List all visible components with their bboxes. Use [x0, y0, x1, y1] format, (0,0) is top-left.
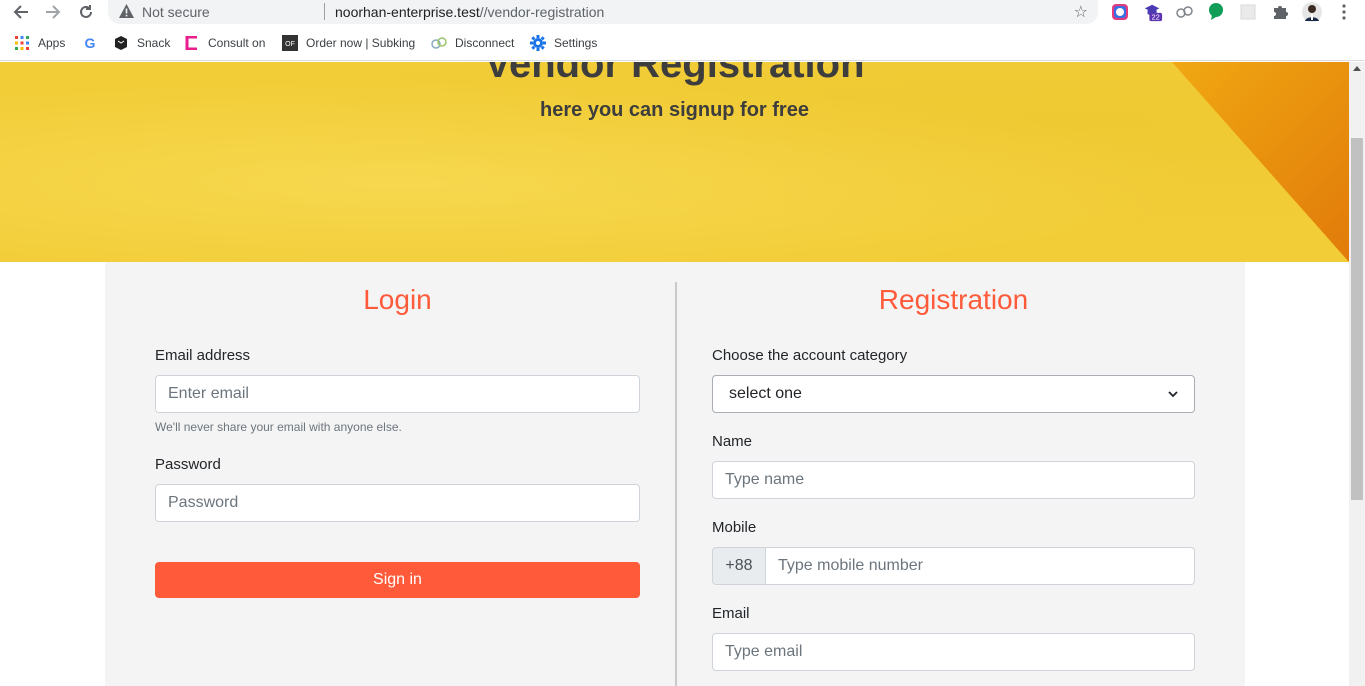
- extension-badge: 22: [1152, 13, 1160, 22]
- login-email-label: Email address: [155, 347, 251, 364]
- hero-corner-decoration: [1172, 62, 1349, 262]
- bookmark-consult-on[interactable]: Consult on: [184, 34, 265, 52]
- chat-bubble-extension-icon[interactable]: [1206, 2, 1226, 22]
- bookmark-google[interactable]: G: [82, 34, 106, 52]
- security-status[interactable]: Not secure: [142, 4, 210, 20]
- apps-grid-icon: [14, 35, 30, 51]
- forward-arrow-icon: [46, 5, 61, 19]
- profile-avatar-icon[interactable]: [1302, 2, 1322, 22]
- mobile-input[interactable]: Type mobile number: [765, 547, 1195, 585]
- bookmark-snack[interactable]: Snack: [113, 34, 170, 52]
- url-host: noorhan-enterprise.test: [335, 4, 480, 20]
- color-picker-extension-icon[interactable]: [1110, 2, 1130, 22]
- url-text[interactable]: noorhan-enterprise.test//vendor-registra…: [335, 4, 604, 20]
- blank-extension-icon[interactable]: [1238, 2, 1258, 22]
- name-placeholder: Type name: [725, 471, 805, 488]
- bookmark-label: Disconnect: [455, 36, 515, 50]
- name-label: Name: [712, 433, 753, 450]
- forward-button[interactable]: [42, 1, 64, 23]
- account-category-label: Choose the account category: [712, 347, 908, 364]
- back-button[interactable]: [10, 1, 32, 23]
- auth-card: Login Email address Enter email We'll ne…: [105, 262, 1245, 686]
- mobile-placeholder: Type mobile number: [778, 557, 923, 574]
- address-separator: [324, 3, 325, 20]
- cloud-sync-extension-icon[interactable]: [1175, 2, 1195, 22]
- bookmark-label: Settings: [554, 36, 598, 50]
- login-email-placeholder: Enter email: [168, 385, 249, 402]
- login-email-input[interactable]: Enter email: [155, 375, 640, 413]
- scroll-up-arrow-icon[interactable]: [1353, 66, 1361, 71]
- reload-button[interactable]: [75, 1, 97, 23]
- login-password-placeholder: Password: [168, 494, 239, 511]
- back-arrow-icon: [13, 5, 28, 19]
- column-divider: [675, 282, 677, 686]
- bookmarks-bar: Apps G Snack Consult on OF Order now | S…: [0, 24, 1365, 61]
- consult-icon: [184, 35, 200, 51]
- bookmark-label: Apps: [38, 36, 66, 50]
- registration-email-input[interactable]: Type email: [712, 633, 1195, 671]
- snack-icon: [113, 35, 129, 51]
- bookmark-label: Order now | Subking: [306, 36, 416, 50]
- hero-banner: Vendor Registration here you can signup …: [0, 62, 1349, 262]
- graduation-cap-extension-icon[interactable]: 22: [1143, 2, 1163, 22]
- mobile-label: Mobile: [712, 519, 757, 536]
- login-password-label: Password: [155, 456, 221, 473]
- bookmark-label: Consult on: [208, 36, 266, 50]
- puzzle-extensions-icon[interactable]: [1270, 2, 1290, 22]
- login-email-help: We'll never share your email with anyone…: [155, 420, 402, 434]
- reload-icon: [80, 5, 92, 18]
- bookmark-disconnect[interactable]: Disconnect: [431, 34, 514, 52]
- bookmark-label: Snack: [137, 36, 171, 50]
- account-category-value: select one: [729, 385, 802, 402]
- chevron-down-icon: [1168, 390, 1178, 397]
- page-subtitle: here you can signup for free: [540, 99, 809, 121]
- page-viewport: Vendor Registration here you can signup …: [0, 62, 1349, 686]
- name-input[interactable]: Type name: [712, 461, 1195, 499]
- registration-email-label: Email: [712, 605, 750, 622]
- disconnect-icon: [431, 35, 447, 51]
- google-icon: G: [84, 35, 96, 51]
- address-bar[interactable]: Not secure noorhan-enterprise.test//vend…: [108, 0, 1098, 24]
- svg-text:OF: OF: [285, 41, 295, 48]
- scrollbar-thumb[interactable]: [1351, 138, 1363, 500]
- bookmark-settings[interactable]: Settings: [530, 34, 597, 52]
- login-title: Login: [363, 284, 432, 315]
- browser-toolbar: Not secure noorhan-enterprise.test//vend…: [0, 0, 1365, 24]
- browser-menu-icon[interactable]: [1334, 2, 1354, 22]
- page-title: Vendor Registration: [484, 62, 865, 86]
- mobile-country-prefix: +88: [712, 547, 766, 585]
- registration-email-placeholder: Type email: [725, 643, 803, 660]
- bookmark-subking[interactable]: OF Order now | Subking: [282, 34, 415, 52]
- subking-icon: OF: [282, 35, 298, 51]
- bookmark-star-icon[interactable]: ☆: [1074, 2, 1088, 22]
- login-password-input[interactable]: Password: [155, 484, 640, 522]
- warning-triangle-icon[interactable]: [118, 3, 135, 24]
- registration-title: Registration: [878, 284, 1029, 315]
- sign-in-button[interactable]: Sign in: [155, 562, 640, 598]
- account-category-select[interactable]: select one: [712, 375, 1195, 413]
- bookmark-apps[interactable]: Apps: [14, 34, 65, 52]
- url-path: //vendor-registration: [479, 4, 605, 20]
- gear-icon: [530, 35, 546, 51]
- page-scrollbar[interactable]: [1349, 62, 1365, 686]
